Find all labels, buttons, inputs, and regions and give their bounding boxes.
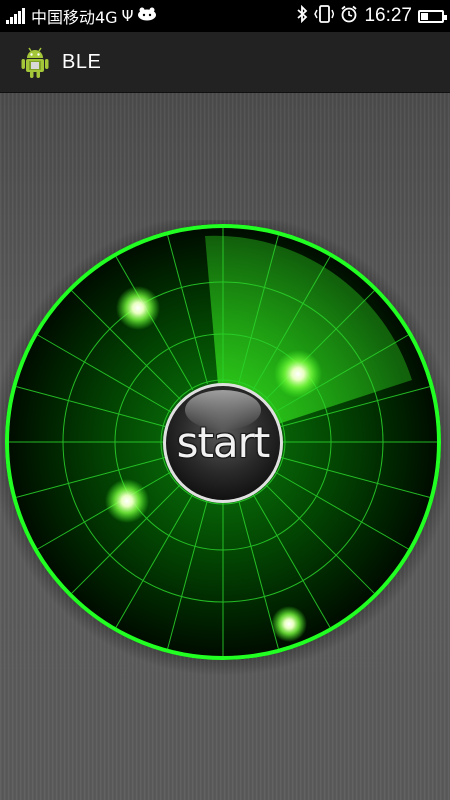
carrier-name: 中国移动4G	[31, 8, 118, 27]
status-left: 中国移动4G Ψ	[6, 4, 296, 28]
clock: 16:27	[364, 5, 412, 26]
vibrate-icon	[314, 4, 335, 28]
action-bar: BLE	[0, 32, 450, 93]
start-button[interactable]: start	[164, 383, 282, 501]
radar-blip	[271, 606, 307, 642]
bluetooth-icon	[296, 4, 308, 28]
notification-icon	[137, 6, 157, 26]
status-right: 16:27	[296, 4, 447, 28]
usb-icon: Ψ	[121, 7, 134, 25]
radar-blip	[105, 479, 149, 523]
alarm-icon	[340, 5, 358, 28]
app-title: BLE	[62, 50, 102, 73]
android-icon	[20, 45, 50, 79]
status-bar: 中国移动4G Ψ 16:27	[0, 0, 450, 32]
start-button-label: start	[176, 417, 271, 467]
signal-icon	[6, 8, 25, 24]
battery-icon	[418, 9, 447, 23]
radar-blip	[116, 286, 160, 330]
